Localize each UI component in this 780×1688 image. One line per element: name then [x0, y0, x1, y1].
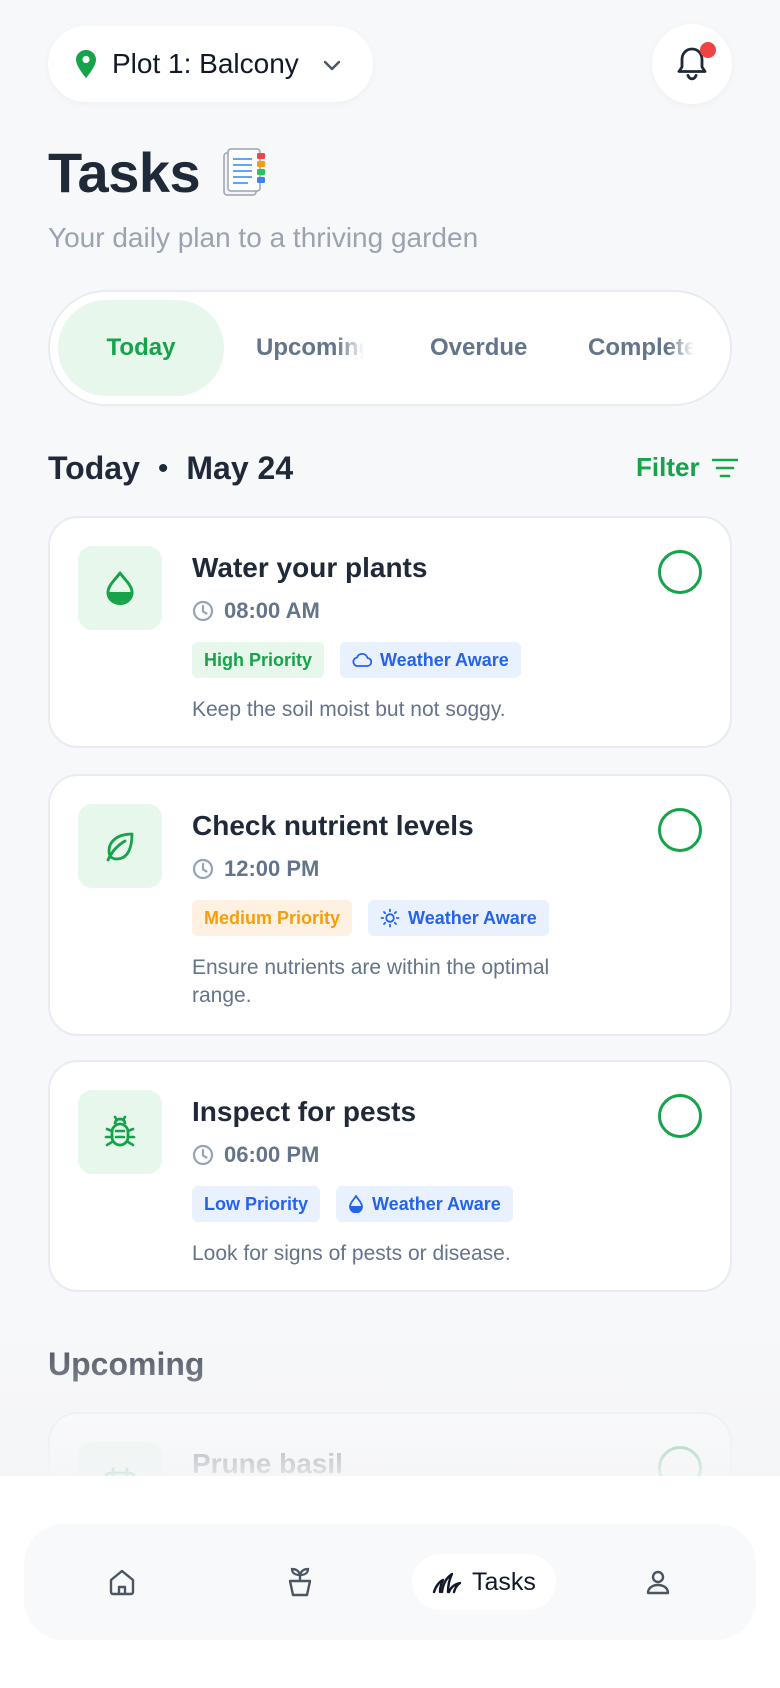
tab-overdue[interactable]: Overdue: [430, 300, 540, 396]
priority-badge: Medium Priority: [192, 900, 353, 936]
filter-button[interactable]: Filter: [636, 452, 738, 483]
plant-pot-icon: [288, 1567, 312, 1597]
filter-lines-icon: [711, 458, 738, 477]
notifications-button[interactable]: [652, 24, 732, 104]
grass-icon: [432, 1572, 462, 1594]
task-time-text: 06:00 PM: [224, 1142, 320, 1167]
task-note: Keep the soil moist but not soggy.: [192, 698, 506, 721]
bottom-nav: Tasks: [24, 1524, 756, 1640]
sun-icon: [380, 908, 400, 928]
weather-badge-label: Weather Aware: [380, 649, 509, 670]
task-tags: High Priority Weather Aware: [192, 642, 537, 678]
map-pin-icon: [76, 50, 96, 78]
tasks-screen: Plot 1: Balcony Tasks Your daily plan to: [0, 0, 780, 1688]
droplet-icon: [349, 1195, 363, 1213]
nav-tasks-label: Tasks: [472, 1567, 536, 1596]
tab-upcoming[interactable]: Upcoming: [256, 300, 364, 396]
nav-plants[interactable]: [272, 1554, 328, 1610]
section-separator: •: [157, 451, 169, 485]
complete-checkbox[interactable]: [658, 808, 702, 852]
priority-badge: High Priority: [192, 642, 325, 678]
plot-label: Plot 1: Balcony: [112, 48, 299, 79]
task-icon-tile: [78, 1090, 162, 1174]
task-note: Look for signs of pests or disease.: [192, 1242, 511, 1265]
weather-badge-label: Weather Aware: [408, 907, 537, 928]
task-tags: Low Priority Weather Aware: [192, 1186, 529, 1222]
task-name: Check nutrient levels: [192, 810, 474, 841]
page-subtitle: Your daily plan to a thriving garden: [48, 222, 479, 253]
task-time: 08:00 AM: [192, 598, 320, 624]
bug-icon: [104, 1115, 136, 1147]
clock-icon: [192, 1144, 214, 1166]
cloud-icon: [352, 653, 373, 667]
water-drop-icon: [106, 571, 134, 605]
task-icon-tile: [78, 546, 162, 630]
task-name: Water your plants: [192, 552, 428, 583]
user-icon: [646, 1570, 670, 1595]
task-tags: Medium Priority Weather Aware: [192, 900, 565, 936]
upcoming-section-header: Upcoming: [48, 1346, 205, 1382]
task-tabs: Today Upcoming Overdue Completed: [48, 290, 732, 406]
clock-icon: [192, 858, 214, 880]
section-date: May 24: [186, 450, 294, 486]
task-note: Ensure nutrients are within the optimal …: [192, 956, 550, 1007]
notification-dot: [700, 42, 716, 58]
complete-checkbox[interactable]: [658, 1094, 702, 1138]
task-time-text: 12:00 PM: [224, 856, 320, 881]
weather-badge-label: Weather Aware: [372, 1193, 501, 1214]
nav-home[interactable]: [94, 1554, 150, 1610]
task-card[interactable]: Water your plants 08:00 AM High Priority…: [48, 516, 732, 748]
priority-badge: Low Priority: [192, 1186, 321, 1222]
complete-checkbox[interactable]: [658, 550, 702, 594]
weather-badge: Weather Aware: [336, 1186, 513, 1222]
tab-completed[interactable]: Completed: [588, 300, 694, 396]
plot-selector[interactable]: Plot 1: Balcony: [48, 26, 373, 102]
filter-label: Filter: [636, 452, 700, 482]
today-section-header: Today • May 24: [48, 450, 293, 487]
tab-today[interactable]: Today: [58, 300, 224, 396]
task-icon-tile: [78, 804, 162, 888]
chevron-down-icon: [323, 60, 341, 71]
page-title: Tasks: [48, 141, 201, 204]
task-card[interactable]: Check nutrient levels 12:00 PM Medium Pr…: [48, 774, 732, 1036]
nav-tasks[interactable]: Tasks: [412, 1554, 556, 1610]
section-label: Today: [48, 450, 140, 486]
nav-profile[interactable]: [630, 1554, 686, 1610]
task-card[interactable]: Inspect for pests 06:00 PM Low Priority …: [48, 1060, 732, 1292]
bookmark-tabs-emoji-icon: [223, 147, 266, 196]
task-time: 06:00 PM: [192, 1142, 319, 1168]
task-time: 12:00 PM: [192, 856, 319, 882]
weather-badge: Weather Aware: [368, 900, 549, 936]
clock-icon: [192, 600, 214, 622]
task-name: Inspect for pests: [192, 1096, 417, 1127]
leaf-icon: [106, 832, 134, 862]
weather-badge: Weather Aware: [340, 642, 521, 678]
home-icon: [109, 1569, 135, 1596]
task-time-text: 08:00 AM: [224, 598, 320, 623]
page-title-row: Tasks: [48, 140, 266, 205]
